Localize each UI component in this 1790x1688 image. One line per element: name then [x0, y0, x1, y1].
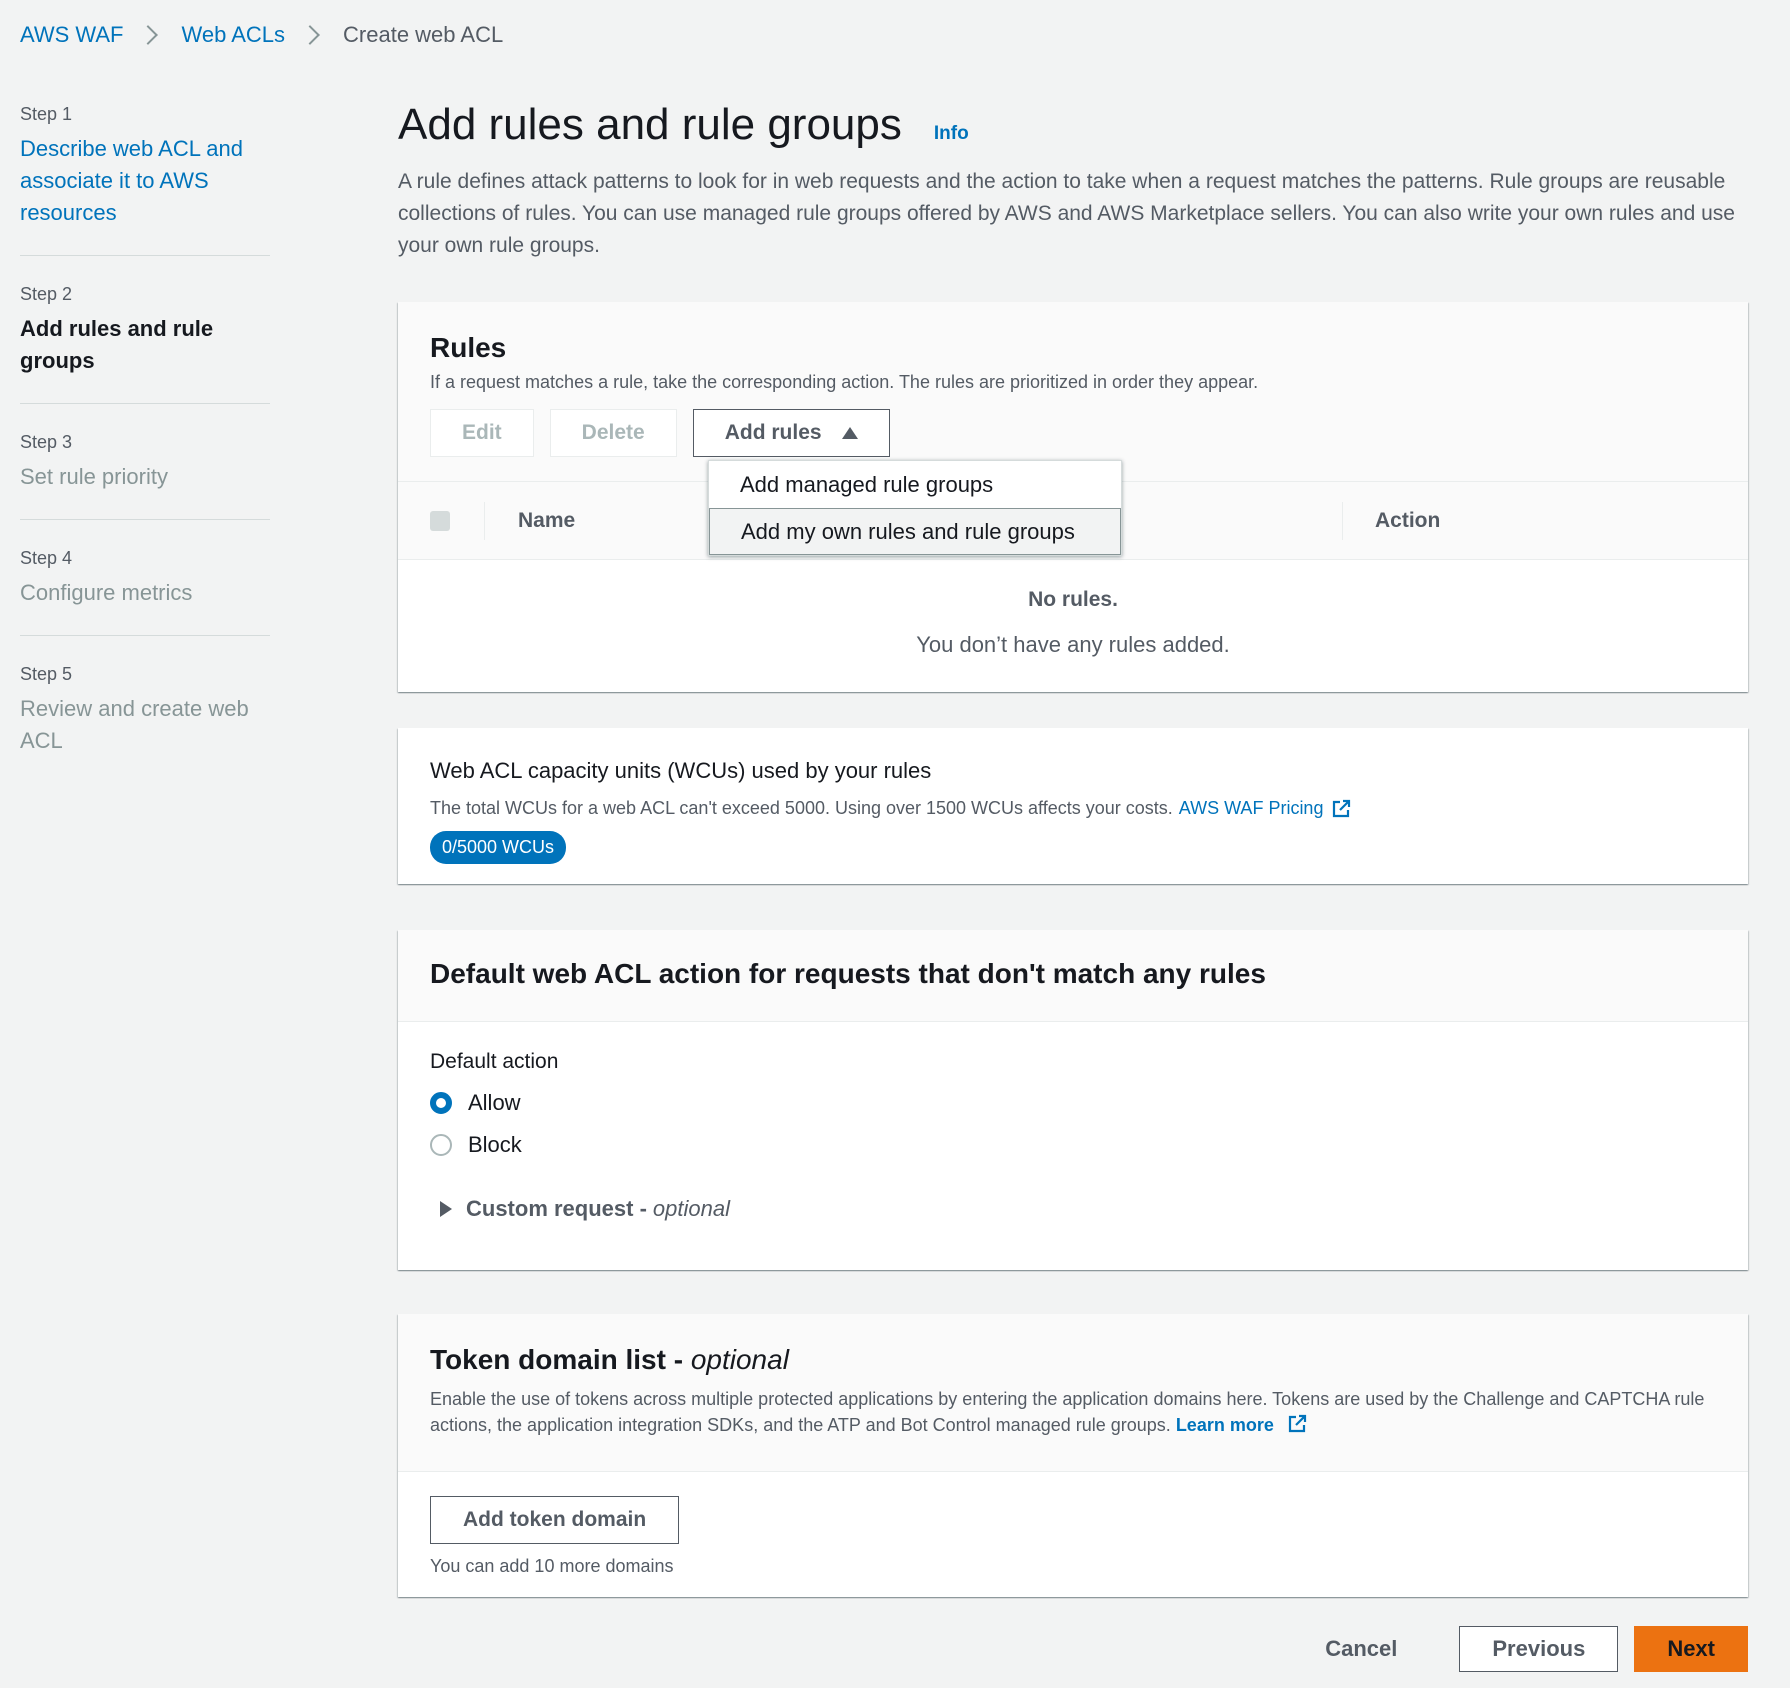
step-number: Step 1 [20, 104, 73, 124]
step-label-metrics: Configure metrics [20, 580, 193, 605]
select-all-checkbox[interactable] [430, 510, 450, 531]
radio-allow[interactable]: Allow [430, 1090, 1716, 1116]
optional-label: optional [652, 1196, 730, 1221]
column-divider [1342, 501, 1343, 540]
step-label-review: Review and create web ACL [20, 696, 249, 753]
step-number: Step 3 [20, 432, 73, 452]
page-title: Add rules and rule groups [398, 100, 902, 149]
caret-right-icon [440, 1201, 452, 1217]
external-link-icon [1288, 1414, 1306, 1433]
custom-request-label: Custom request - [466, 1196, 647, 1221]
empty-title: No rules. [1028, 588, 1118, 611]
chevron-right-icon [300, 25, 320, 45]
radio-button[interactable] [430, 1134, 452, 1156]
step-5: Step 5 Review and create web ACL [20, 664, 270, 783]
default-action-body: Default action Allow Block Custom reques… [398, 1022, 1748, 1250]
radio-block[interactable]: Block [430, 1132, 1716, 1158]
page-description: A rule defines attack patterns to look f… [398, 170, 1735, 257]
add-token-domain-button[interactable]: Add token domain [430, 1496, 680, 1544]
previous-button[interactable]: Previous [1459, 1626, 1619, 1672]
info-link[interactable]: Info [934, 123, 969, 145]
step-1: Step 1 Describe web ACL and associate it… [20, 104, 270, 256]
token-domain-title: Token domain list - optional [430, 1344, 1716, 1376]
rules-actions: Edit Delete Add rules [430, 409, 1716, 457]
rules-header: Rules If a request matches a rule, take … [398, 302, 1748, 482]
step-3: Step 3 Set rule priority [20, 432, 270, 520]
add-rules-button[interactable]: Add rules [692, 409, 890, 457]
token-domain-description: Enable the use of tokens across multiple… [430, 1386, 1716, 1438]
default-action-header: Default web ACL action for requests that… [398, 930, 1748, 1022]
default-action-label: Default action [430, 1050, 559, 1073]
step-2: Step 2 Add rules and rule groups [20, 284, 270, 404]
step-label-priority: Set rule priority [20, 464, 168, 489]
add-rules-label: Add rules [724, 421, 822, 444]
step-4: Step 4 Configure metrics [20, 548, 270, 636]
step-label-current: Add rules and rule groups [20, 316, 214, 373]
optional-label: optional [690, 1344, 789, 1375]
breadcrumb-aws-waf[interactable]: AWS WAF [20, 22, 123, 48]
column-header-name[interactable]: Name [518, 509, 575, 533]
page-header: Add rules and rule groups Info [398, 100, 1748, 150]
rules-description: If a request matches a rule, take the co… [430, 372, 1259, 392]
breadcrumb-web-acls[interactable]: Web ACLs [181, 22, 285, 48]
main-content: Add rules and rule groups Info A rule de… [398, 100, 1748, 1597]
wizard-steps-nav: Step 1 Describe web ACL and associate it… [20, 104, 270, 811]
delete-button[interactable]: Delete [549, 409, 677, 457]
edit-button[interactable]: Edit [430, 409, 534, 457]
radio-button-checked[interactable] [430, 1092, 452, 1114]
step-number: Step 5 [20, 664, 73, 684]
default-action-title: Default web ACL action for requests that… [430, 958, 1266, 989]
step-number: Step 4 [20, 548, 73, 568]
token-domain-body: Add token domain You can add 10 more dom… [398, 1472, 1748, 1601]
next-button[interactable]: Next [1634, 1626, 1748, 1672]
learn-more-link[interactable]: Learn more [1176, 1415, 1274, 1435]
token-domain-hint: You can add 10 more domains [430, 1556, 674, 1576]
radio-label-block: Block [468, 1132, 522, 1157]
caret-up-icon [841, 427, 858, 439]
column-divider [484, 501, 485, 540]
token-description-text: Enable the use of tokens across multiple… [430, 1389, 1705, 1435]
breadcrumb: AWS WAF Web ACLs Create web ACL [20, 22, 503, 48]
menu-item-add-own-rules[interactable]: Add my own rules and rule groups [709, 508, 1121, 555]
cancel-button[interactable]: Cancel [1279, 1636, 1443, 1662]
custom-request-expander[interactable]: Custom request - optional [430, 1196, 1716, 1222]
wizard-footer: Cancel Previous Next [1279, 1626, 1748, 1672]
add-rules-menu: Add managed rule groups Add my own rules… [708, 460, 1122, 556]
column-header-action[interactable]: Action [1375, 509, 1440, 533]
token-domain-header: Token domain list - optional Enable the … [398, 1314, 1748, 1472]
wcu-description-text: The total WCUs for a web ACL can't excee… [430, 798, 1173, 818]
token-domain-title-text: Token domain list - [430, 1344, 684, 1375]
wcu-title: Web ACL capacity units (WCUs) used by yo… [430, 758, 932, 783]
aws-waf-pricing-link[interactable]: AWS WAF Pricing [1179, 798, 1324, 819]
rules-empty-state: No rules. You don’t have any rules added… [398, 560, 1748, 658]
menu-item-add-managed-rule-groups[interactable]: Add managed rule groups [709, 461, 1121, 508]
wcu-panel: Web ACL capacity units (WCUs) used by yo… [398, 728, 1748, 884]
token-domain-panel: Token domain list - optional Enable the … [398, 1314, 1748, 1597]
wcu-badge: 0/5000 WCUs [430, 831, 567, 864]
chevron-right-icon [138, 25, 159, 45]
radio-label-allow: Allow [468, 1090, 521, 1115]
step-number: Step 2 [20, 284, 73, 304]
wcu-description: The total WCUs for a web ACL can't excee… [430, 798, 1716, 819]
default-action-panel: Default web ACL action for requests that… [398, 930, 1748, 1270]
empty-description: You don’t have any rules added. [916, 632, 1230, 657]
step-link-describe[interactable]: Describe web ACL and associate it to AWS… [20, 133, 270, 229]
rules-panel: Rules If a request matches a rule, take … [398, 302, 1748, 692]
external-link-icon [1333, 799, 1351, 817]
rules-title: Rules [430, 332, 507, 363]
breadcrumb-current: Create web ACL [343, 22, 504, 47]
